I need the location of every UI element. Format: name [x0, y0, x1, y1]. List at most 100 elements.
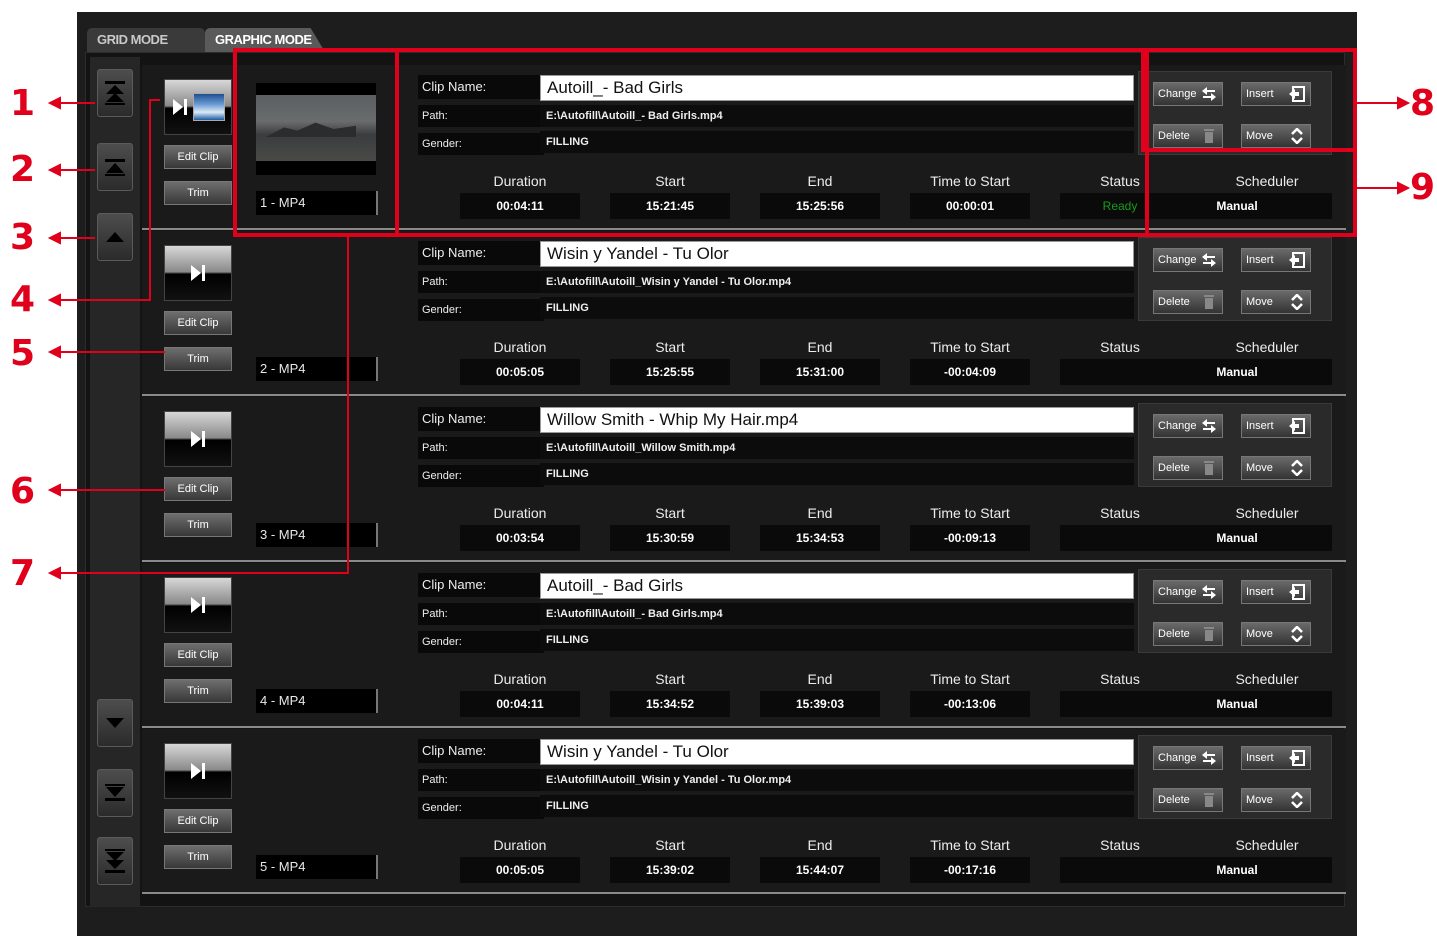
scheduler-header: Scheduler — [1235, 339, 1299, 355]
trash-icon — [1204, 295, 1214, 309]
path-value: E:\Autofill\Autoill_- Bad Girls.mp4 — [540, 603, 1134, 625]
move-button[interactable]: Move — [1241, 290, 1311, 314]
scheduler-value[interactable]: Manual — [1142, 857, 1332, 883]
edit-clip-button[interactable]: Edit Clip — [164, 311, 232, 335]
end-header: End — [807, 671, 833, 687]
move-button[interactable]: Move — [1241, 456, 1311, 480]
trim-button[interactable]: Trim — [164, 347, 232, 371]
clip-row: Edit Clip Trim 2 - MP4 Clip Name: Wisin … — [142, 231, 1346, 396]
gender-label: Gender: — [418, 133, 544, 155]
clip-actions-panel: Change Insert Delete Move — [1138, 735, 1332, 819]
insert-button[interactable]: Insert — [1241, 580, 1311, 604]
path-label: Path: — [418, 271, 544, 293]
clip-name-field[interactable]: Wisin y Yandel - Tu Olor — [540, 241, 1134, 267]
clip-index-label: 5 - MP4 — [256, 855, 378, 879]
play-clip-button[interactable] — [164, 79, 232, 135]
change-button[interactable]: Change — [1153, 746, 1223, 770]
path-value: E:\Autofill\Autoill_Willow Smith.mp4 — [540, 437, 1134, 459]
arrow-up-icon — [106, 232, 124, 242]
delete-button[interactable]: Delete — [1153, 290, 1223, 314]
insert-button[interactable]: Insert — [1241, 248, 1311, 272]
start-header: Start — [655, 339, 685, 355]
insert-button[interactable]: Insert — [1241, 82, 1311, 106]
page-down-icon — [105, 784, 125, 801]
duration-header: Duration — [493, 837, 547, 853]
edit-clip-button[interactable]: Edit Clip — [164, 145, 232, 169]
delete-label: Delete — [1158, 130, 1190, 142]
insert-icon — [1289, 418, 1305, 434]
skip-to-top-button[interactable] — [97, 69, 133, 117]
move-up-button[interactable] — [97, 213, 133, 261]
clip-name-label: Clip Name: — [418, 739, 544, 763]
duration-header: Duration — [493, 505, 547, 521]
change-button[interactable]: Change — [1153, 414, 1223, 438]
clip-name-label: Clip Name: — [418, 75, 544, 99]
skip-to-top-icon — [105, 81, 125, 105]
clip-name-field[interactable]: Autoill_- Bad Girls — [540, 75, 1134, 101]
start-value: 15:34:52 — [610, 691, 730, 717]
change-button[interactable]: Change — [1153, 248, 1223, 272]
scheduler-value[interactable]: Manual — [1142, 359, 1332, 385]
change-button[interactable]: Change — [1153, 580, 1223, 604]
edit-clip-button[interactable]: Edit Clip — [164, 643, 232, 667]
path-value: E:\Autofill\Autoill_Wisin y Yandel - Tu … — [540, 769, 1134, 791]
path-label: Path: — [418, 437, 544, 459]
clip-actions-panel: Change Insert Delete Move — [1138, 569, 1332, 653]
clip-name-field[interactable]: Wisin y Yandel - Tu Olor — [540, 739, 1134, 765]
play-clip-button[interactable] — [164, 245, 232, 301]
play-clip-button[interactable] — [164, 411, 232, 467]
move-down-button[interactable] — [97, 699, 133, 747]
time-to-start-value: -00:13:06 — [910, 691, 1030, 717]
callout-8: 8 — [1410, 83, 1436, 124]
gender-value: FILLING — [540, 795, 1134, 817]
end-header: End — [807, 505, 833, 521]
delete-button[interactable]: Delete — [1153, 788, 1223, 812]
edit-clip-button[interactable]: Edit Clip — [164, 477, 232, 501]
clip-name-field[interactable]: Willow Smith - Whip My Hair.mp4 — [540, 407, 1134, 433]
status-header: Status — [1100, 505, 1140, 521]
clip-name-field[interactable]: Autoill_- Bad Girls — [540, 573, 1134, 599]
tab-graphic-mode[interactable]: GRAPHIC MODE — [205, 28, 325, 52]
scheduler-value[interactable]: Manual — [1142, 525, 1332, 551]
status-header: Status — [1100, 339, 1140, 355]
trim-button[interactable]: Trim — [164, 845, 232, 869]
up-down-chevron-icon — [1291, 792, 1303, 808]
trim-button[interactable]: Trim — [164, 513, 232, 537]
clip-actions-panel: Change Insert Delete Move — [1138, 237, 1332, 321]
callout-9: 9 — [1410, 167, 1436, 208]
mode-tab-bar: GRID MODE GRAPHIC MODE — [77, 12, 1357, 52]
play-clip-button[interactable] — [164, 743, 232, 799]
scheduler-value[interactable]: Manual — [1142, 193, 1332, 219]
play-clip-button[interactable] — [164, 577, 232, 633]
skip-to-bottom-button[interactable] — [97, 837, 133, 885]
end-value: 15:44:07 — [760, 857, 880, 883]
tab-grid-mode[interactable]: GRID MODE — [87, 28, 205, 52]
trim-button[interactable]: Trim — [164, 679, 232, 703]
insert-button[interactable]: Insert — [1241, 414, 1311, 438]
change-button[interactable]: Change — [1153, 82, 1223, 106]
start-header: Start — [655, 505, 685, 521]
page-up-button[interactable] — [97, 143, 133, 191]
edit-clip-button[interactable]: Edit Clip — [164, 809, 232, 833]
gender-value: FILLING — [540, 297, 1134, 319]
start-value: 15:39:02 — [610, 857, 730, 883]
trim-button[interactable]: Trim — [164, 181, 232, 205]
time-to-start-value: -00:04:09 — [910, 359, 1030, 385]
start-header: Start — [655, 173, 685, 189]
move-button[interactable]: Move — [1241, 622, 1311, 646]
delete-button[interactable]: Delete — [1153, 622, 1223, 646]
scheduler-header: Scheduler — [1235, 837, 1299, 853]
time-to-start-header: Time to Start — [930, 173, 1010, 189]
gender-value: FILLING — [540, 131, 1134, 153]
delete-button[interactable]: Delete — [1153, 456, 1223, 480]
move-button[interactable]: Move — [1241, 788, 1311, 812]
insert-button[interactable]: Insert — [1241, 746, 1311, 770]
scheduler-value[interactable]: Manual — [1142, 691, 1332, 717]
move-button[interactable]: Move — [1241, 124, 1311, 148]
page-down-button[interactable] — [97, 769, 133, 817]
up-down-chevron-icon — [1291, 626, 1303, 642]
time-to-start-header: Time to Start — [930, 505, 1010, 521]
insert-label: Insert — [1246, 254, 1274, 266]
delete-button[interactable]: Delete — [1153, 124, 1223, 148]
gender-label: Gender: — [418, 631, 544, 653]
